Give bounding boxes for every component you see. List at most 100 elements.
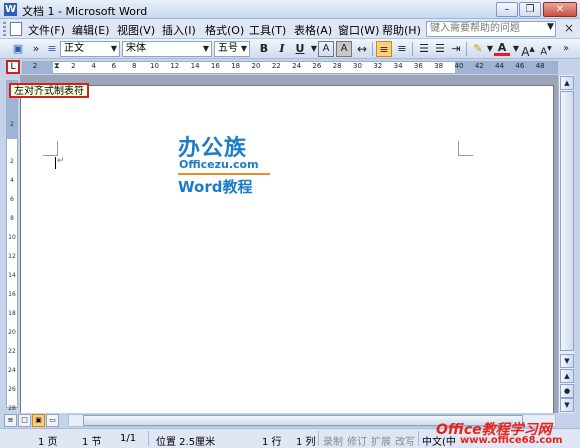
scroll-down-button[interactable]: ▼ bbox=[560, 354, 574, 368]
minimize-icon: – bbox=[504, 4, 510, 15]
status-page: 1 页 bbox=[38, 437, 58, 448]
menu-help[interactable]: 帮助(H) bbox=[382, 22, 421, 38]
menu-format[interactable]: 格式(O) bbox=[205, 22, 244, 38]
minimize-button[interactable]: – bbox=[496, 2, 518, 17]
ruler-number: 40 bbox=[454, 62, 464, 70]
document-page[interactable]: ↵ bbox=[20, 85, 554, 413]
office68-watermark: Office教程学习网 www.office68.com bbox=[436, 419, 580, 448]
ruler-number: 44 bbox=[495, 62, 505, 70]
print-view-icon[interactable]: ▣ bbox=[32, 414, 45, 427]
document-icon[interactable] bbox=[10, 22, 22, 36]
chevron-down-icon: ▼ bbox=[240, 44, 247, 53]
ruler-number: 48 bbox=[535, 62, 545, 70]
style-select[interactable]: 正文 ▼ bbox=[60, 41, 120, 57]
horizontal-ruler[interactable]: ⧗ 2 2 4 6 8 10 12 14 16 18 20 22 24 26 28 30 32 34 36 38 40 4… bbox=[22, 61, 558, 74]
restore-button[interactable]: ❐ bbox=[519, 2, 541, 17]
indent-marker-icon[interactable]: ⧗ bbox=[54, 61, 60, 71]
ruler-number: 10 bbox=[150, 62, 159, 70]
vruler-number: 4 bbox=[10, 177, 14, 184]
char-border-button[interactable]: A bbox=[318, 41, 334, 57]
select-browse-object-button[interactable]: ● bbox=[560, 384, 574, 398]
logo-divider bbox=[178, 173, 270, 175]
close-button[interactable]: ✕ bbox=[543, 2, 577, 17]
word-app-icon: W bbox=[4, 3, 17, 16]
window-title: 文档 1 - Microsoft Word bbox=[22, 5, 148, 18]
ruler-number: 28 bbox=[332, 62, 342, 70]
ruler-number: 36 bbox=[413, 62, 423, 70]
menu-bar: 文件(F) 编辑(E) 视图(V) 插入(I) 格式(O) 工具(T) 表格(A… bbox=[0, 19, 580, 39]
menu-window[interactable]: 窗口(W) bbox=[338, 22, 379, 38]
bold-button[interactable]: B bbox=[256, 41, 272, 57]
bullets-icon[interactable]: ☰ bbox=[432, 41, 448, 57]
tab-selector-button[interactable]: L bbox=[6, 60, 20, 74]
menu-grip-icon[interactable] bbox=[3, 22, 6, 36]
font-size-value: 五号 bbox=[218, 43, 238, 54]
ruler-number: 16 bbox=[210, 62, 220, 70]
font-select[interactable]: 宋体 ▼ bbox=[122, 41, 212, 57]
vruler-number: 8 bbox=[10, 215, 14, 222]
vruler-number: 2 bbox=[10, 158, 14, 165]
menu-view[interactable]: 视图(V) bbox=[117, 22, 155, 38]
vruler-number: 2 bbox=[10, 121, 14, 128]
vruler-number: 10 bbox=[8, 234, 16, 241]
chevron-down-icon[interactable]: ▼ bbox=[547, 22, 554, 32]
margin-corner-top-right bbox=[458, 141, 473, 156]
document-area: ↵ bbox=[20, 75, 558, 413]
status-ovr[interactable]: 改写 bbox=[395, 433, 415, 448]
ruler-number: 12 bbox=[170, 62, 180, 70]
vruler-number: 12 bbox=[8, 253, 16, 260]
ruler-number: 2 bbox=[71, 62, 76, 70]
char-shading-button[interactable]: A bbox=[336, 41, 352, 57]
status-rec[interactable]: 录制 bbox=[323, 433, 343, 448]
menu-tools[interactable]: 工具(T) bbox=[249, 22, 286, 38]
align-left-button[interactable]: ≡ bbox=[376, 41, 392, 57]
ruler-number: 4 bbox=[91, 62, 96, 70]
menu-insert[interactable]: 插入(I) bbox=[162, 22, 196, 38]
vertical-ruler[interactable]: 2 2 4 6 8 10 12 14 16 18 20 22 24 26 28 bbox=[6, 80, 18, 412]
vruler-number: 6 bbox=[10, 196, 14, 203]
toolbar-options-icon[interactable]: » bbox=[558, 41, 574, 57]
styles-pane-icon[interactable]: ≡ bbox=[44, 41, 60, 57]
scroll-up-button[interactable]: ▲ bbox=[560, 76, 574, 90]
vruler-number: 28 bbox=[8, 405, 16, 412]
align-center-button[interactable]: ≡ bbox=[394, 41, 410, 57]
normal-view-icon[interactable]: ≡ bbox=[4, 414, 17, 427]
ruler-number: 6 bbox=[111, 62, 117, 70]
menu-edit[interactable]: 编辑(E) bbox=[72, 22, 110, 38]
ruler-number: 24 bbox=[292, 62, 302, 70]
numbering-icon[interactable]: ☰ bbox=[416, 41, 432, 57]
chevron-down-icon: ▼ bbox=[202, 44, 209, 53]
next-page-button[interactable]: ▼ bbox=[560, 398, 574, 412]
ruler-number: 34 bbox=[393, 62, 403, 70]
status-separator bbox=[148, 431, 149, 446]
font-size-select[interactable]: 五号 ▼ bbox=[214, 41, 250, 57]
reading-view-icon[interactable]: ▭ bbox=[46, 414, 59, 427]
tab-selector-tooltip: 左对齐式制表符 bbox=[9, 83, 89, 98]
vruler-number: 14 bbox=[8, 272, 16, 279]
status-separator bbox=[418, 431, 419, 446]
status-ext[interactable]: 扩展 bbox=[371, 433, 391, 448]
increase-indent-icon[interactable]: ⇥ bbox=[448, 41, 464, 57]
shrink-font-button[interactable]: A▼ bbox=[538, 41, 554, 57]
save-icon[interactable]: ▣ bbox=[10, 41, 26, 57]
ruler-number: 2 bbox=[32, 62, 38, 70]
ruler-left-margin bbox=[23, 62, 53, 73]
formatting-toolbar: ▣ » ≡ 正文 ▼ 宋体 ▼ 五号 ▼ B I U ▼ A A ↔ ≡ ≡ ☰… bbox=[0, 39, 580, 59]
ruler-number: 38 bbox=[434, 62, 444, 70]
toolbar-options-icon[interactable]: » bbox=[28, 41, 44, 57]
grow-font-button[interactable]: A▲ bbox=[520, 41, 536, 59]
italic-button[interactable]: I bbox=[274, 41, 290, 57]
help-search-input[interactable]: 键入需要帮助的问题 bbox=[426, 21, 556, 37]
ruler-number: 30 bbox=[353, 62, 362, 70]
vertical-scrollbar[interactable]: ▲ ▼ ▲ ● ▼ bbox=[558, 75, 574, 413]
web-view-icon[interactable]: □ bbox=[18, 414, 31, 427]
status-trk[interactable]: 修订 bbox=[347, 433, 367, 448]
font-select-value: 宋体 bbox=[126, 43, 146, 54]
menu-file[interactable]: 文件(F) bbox=[28, 22, 65, 38]
close-icon: ✕ bbox=[555, 4, 565, 15]
vertical-scroll-thumb[interactable] bbox=[560, 91, 574, 351]
previous-page-button[interactable]: ▲ bbox=[560, 369, 574, 383]
menu-table[interactable]: 表格(A) bbox=[294, 22, 332, 38]
scale-icon[interactable]: ↔ bbox=[354, 41, 370, 57]
document-close-icon[interactable]: × bbox=[564, 21, 574, 35]
